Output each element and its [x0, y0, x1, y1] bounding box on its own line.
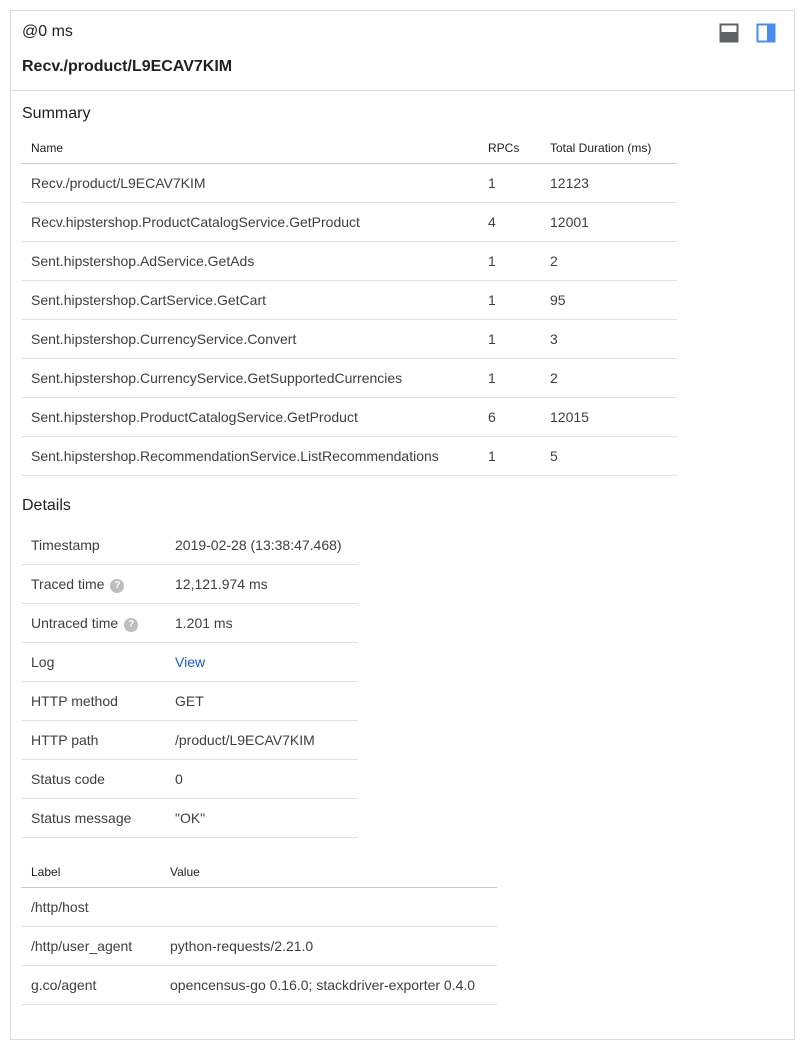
summary-cell-rpcs: 6 — [478, 397, 540, 437]
details-key-label: Timestamp — [31, 537, 100, 553]
summary-cell-duration: 5 — [540, 436, 677, 476]
panel-header: @0 ms Recv./product/L9ECAV7KIM — [11, 11, 794, 91]
summary-row: Sent.hipstershop.RecommendationService.L… — [21, 436, 677, 476]
summary-cell-name: Sent.hipstershop.CurrencyService.GetSupp… — [21, 358, 478, 398]
summary-cell-rpcs: 1 — [478, 280, 540, 320]
label-cell-key: /http/user_agent — [21, 926, 160, 966]
summary-table: Name RPCs Total Duration (ms) Recv./prod… — [21, 133, 677, 476]
label-cell-key: /http/host — [21, 887, 160, 927]
help-icon[interactable]: ? — [110, 578, 125, 593]
label-row: g.co/agent opencensus-go 0.16.0; stackdri… — [21, 965, 497, 1005]
label-cell-value: opencensus-go 0.16.0; stackdriver-export… — [160, 965, 497, 1005]
details-key: Status message — [21, 798, 165, 838]
help-icon[interactable]: ? — [124, 617, 139, 632]
summary-row: Recv.hipstershop.ProductCatalogService.G… — [21, 202, 677, 242]
details-value: "OK" — [165, 798, 358, 838]
summary-title: Summary — [22, 105, 91, 122]
summary-cell-duration: 2 — [540, 358, 677, 398]
summary-cell-rpcs: 1 — [478, 241, 540, 281]
label-cell-value — [160, 887, 497, 927]
details-key: Traced time? — [21, 564, 165, 604]
summary-row: Sent.hipstershop.CartService.GetCart 1 95 — [21, 280, 677, 320]
split-vertical-icon[interactable] — [756, 23, 776, 43]
details-row: Timestamp 2019-02-28 (13:38:47.468) — [21, 526, 358, 565]
details-key: Log — [21, 642, 165, 682]
summary-col-rpcs: RPCs — [478, 133, 540, 164]
summary-cell-name: Sent.hipstershop.RecommendationService.L… — [21, 436, 478, 476]
summary-row: Sent.hipstershop.ProductCatalogService.G… — [21, 397, 677, 437]
details-key-label: Status message — [31, 810, 132, 826]
label-row: /http/user_agent python-requests/2.21.0 — [21, 926, 497, 966]
details-key: Status code — [21, 759, 165, 799]
summary-cell-duration: 95 — [540, 280, 677, 320]
summary-cell-name: Recv.hipstershop.ProductCatalogService.G… — [21, 202, 478, 242]
details-row: Log View — [21, 642, 358, 682]
details-key-label: HTTP path — [31, 732, 99, 748]
details-value: 2019-02-28 (13:38:47.468) — [165, 526, 358, 565]
summary-cell-rpcs: 1 — [478, 358, 540, 398]
details-key: Untraced time? — [21, 603, 165, 643]
summary-row: Recv./product/L9ECAV7KIM 1 12123 — [21, 163, 677, 203]
details-key-label: HTTP method — [31, 693, 118, 709]
details-key-label: Status code — [31, 771, 105, 787]
details-value: 12,121.974 ms — [165, 564, 358, 604]
labels-col-value: Value — [160, 857, 497, 888]
summary-cell-name: Sent.hipstershop.ProductCatalogService.G… — [21, 397, 478, 437]
label-cell-value: python-requests/2.21.0 — [160, 926, 497, 966]
details-row: Status message "OK" — [21, 798, 358, 838]
summary-cell-rpcs: 1 — [478, 163, 540, 203]
summary-col-duration: Total Duration (ms) — [540, 133, 677, 164]
details-value: 0 — [165, 759, 358, 799]
summary-row: Sent.hipstershop.AdService.GetAds 1 2 — [21, 241, 677, 281]
details-row: Untraced time? 1.201 ms — [21, 603, 358, 643]
details-key: HTTP method — [21, 681, 165, 721]
details-row: Traced time? 12,121.974 ms — [21, 564, 358, 604]
details-key: HTTP path — [21, 720, 165, 760]
summary-header-row: Name RPCs Total Duration (ms) — [21, 133, 677, 164]
log-view-link[interactable]: View — [165, 642, 358, 682]
summary-cell-name: Recv./product/L9ECAV7KIM — [21, 163, 478, 203]
details-value: /product/L9ECAV7KIM — [165, 720, 358, 760]
label-row: /http/host — [21, 887, 497, 927]
summary-row: Sent.hipstershop.CurrencyService.Convert… — [21, 319, 677, 359]
labels-header-row: Label Value — [21, 857, 497, 888]
span-offset: @0 ms — [22, 23, 73, 40]
summary-cell-name: Sent.hipstershop.CurrencyService.Convert — [21, 319, 478, 359]
details-value: GET — [165, 681, 358, 721]
span-name: Recv./product/L9ECAV7KIM — [22, 58, 233, 75]
details-title: Details — [22, 497, 71, 514]
summary-cell-rpcs: 1 — [478, 319, 540, 359]
summary-cell-name: Sent.hipstershop.AdService.GetAds — [21, 241, 478, 281]
summary-cell-duration: 12001 — [540, 202, 677, 242]
details-value: 1.201 ms — [165, 603, 358, 643]
details-table: Timestamp 2019-02-28 (13:38:47.468) Traced… — [21, 526, 358, 838]
summary-cell-duration: 12123 — [540, 163, 677, 203]
summary-cell-name: Sent.hipstershop.CartService.GetCart — [21, 280, 478, 320]
summary-cell-duration: 12015 — [540, 397, 677, 437]
label-cell-key: g.co/agent — [21, 965, 160, 1005]
details-key-label: Log — [31, 654, 55, 670]
summary-cell-rpcs: 1 — [478, 436, 540, 476]
labels-col-label: Label — [21, 857, 160, 888]
details-key: Timestamp — [21, 526, 165, 565]
summary-cell-duration: 2 — [540, 241, 677, 281]
summary-cell-duration: 3 — [540, 319, 677, 359]
span-details-panel: @0 ms Recv./product/L9ECAV7KIM Summary N… — [10, 10, 795, 1040]
details-row: HTTP path/product/L9ECAV7KIM — [21, 720, 358, 760]
details-row: HTTP method GET — [21, 681, 358, 721]
summary-col-name: Name — [21, 133, 478, 164]
labels-table: Label Value /http/host/http/user_agent py… — [21, 857, 497, 1005]
summary-row: Sent.hipstershop.CurrencyService.GetSupp… — [21, 358, 677, 398]
summary-cell-rpcs: 4 — [478, 202, 540, 242]
split-horizontal-icon[interactable] — [719, 23, 739, 43]
details-key-label: Untraced time — [31, 614, 119, 631]
details-key-label: Traced time — [31, 575, 105, 592]
details-row: Status code 0 — [21, 759, 358, 799]
